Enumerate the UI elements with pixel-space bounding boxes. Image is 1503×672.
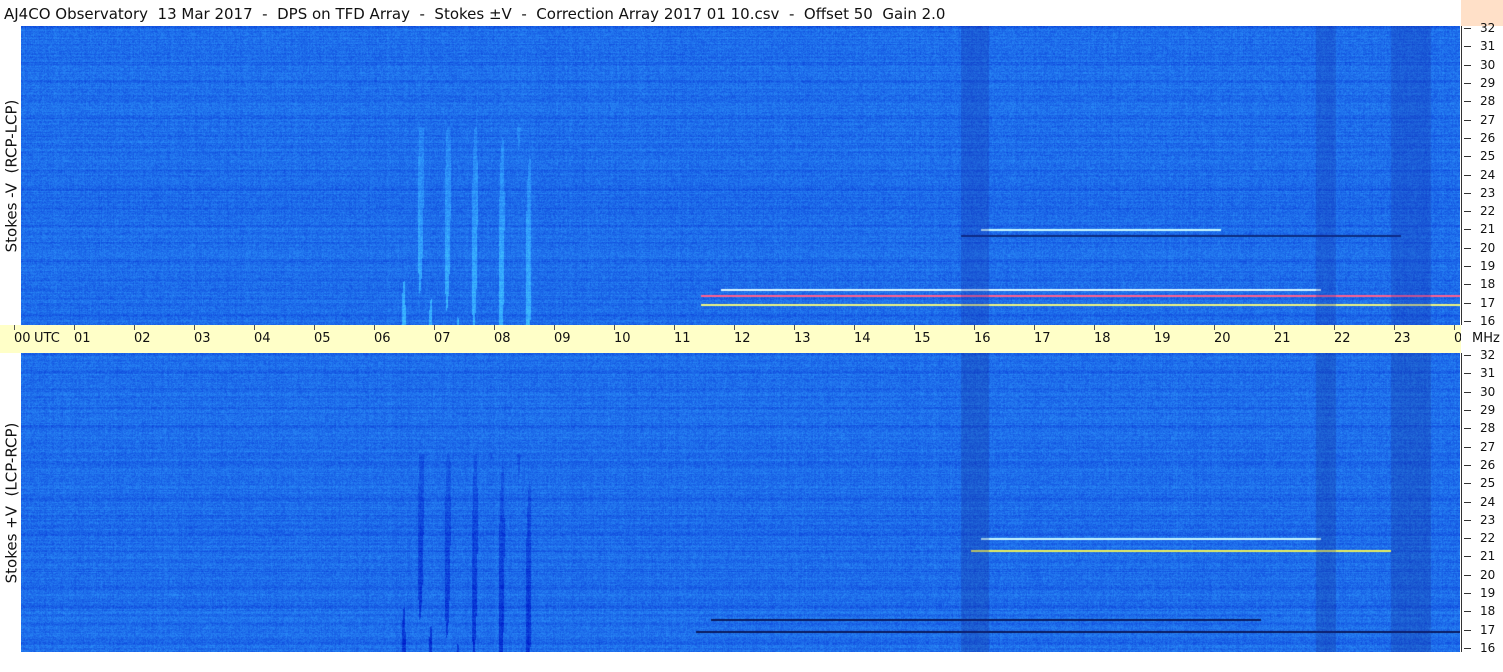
time-tick-label: 17 [1034, 325, 1051, 346]
time-tick-label: 00 [14, 325, 31, 346]
time-tick-label: 05 [314, 325, 331, 346]
chart-title: AJ4CO Observatory 13 Mar 2017 - DPS on T… [4, 5, 946, 23]
time-tick-label: 23 [1394, 325, 1411, 346]
frequency-tick-label: 31 [1463, 39, 1496, 54]
frequency-tick-label: 22 [1463, 204, 1496, 219]
top-panel-label-text: Stokes -V (RCP-LCP) [2, 99, 21, 252]
time-tick-label: 22 [1334, 325, 1351, 346]
frequency-axis-bottom: 32 31 30 29 28 27 26 25 24 23 22 21 20 19 18 17 16 [1461, 349, 1503, 655]
frequency-tick-label: 31 [1463, 366, 1496, 381]
time-tick-label: 01 [74, 325, 91, 346]
frequency-tick-label: 27 [1463, 112, 1496, 127]
bottom-panel-label-text: Stokes +V (LCP-RCP) [2, 422, 20, 583]
frequency-tick-label: 22 [1463, 531, 1496, 546]
utc-label: UTC [34, 331, 60, 346]
time-tick-label: 00 [1454, 325, 1461, 346]
frequency-tick-label: 32 [1463, 21, 1496, 35]
time-tick-label: 21 [1274, 325, 1291, 346]
frequency-tick-label: 26 [1463, 130, 1496, 145]
bottom-panel-label: Stokes +V (LCP-RCP) [0, 353, 23, 652]
frequency-tick-label: 18 [1463, 277, 1496, 292]
frequency-tick-label: 30 [1463, 384, 1496, 399]
time-tick-label: 15 [914, 325, 931, 346]
spectrogram-bottom-canvas [21, 353, 1460, 652]
frequency-tick-label: 21 [1463, 549, 1496, 564]
time-tick-label: 13 [794, 325, 811, 346]
frequency-tick-label: 25 [1463, 476, 1496, 491]
frequency-tick-label: 19 [1463, 586, 1496, 601]
frequency-tick-label: 16 [1463, 641, 1496, 655]
frequency-tick-label: 23 [1463, 512, 1496, 527]
time-tick-label: 06 [374, 325, 391, 346]
time-tick-label: 09 [554, 325, 571, 346]
frequency-tick-label: 29 [1463, 75, 1496, 90]
top-panel-label: Stokes -V (RCP-LCP) [0, 26, 23, 325]
frequency-tick-label: 24 [1463, 167, 1496, 182]
frequency-tick-label: 28 [1463, 421, 1496, 436]
frequency-tick-label: 21 [1463, 222, 1496, 237]
frequency-tick-label: 16 [1463, 314, 1496, 328]
time-tick-label: 03 [194, 325, 211, 346]
spectrogram-stokes-plus-v [21, 353, 1460, 652]
time-tick-label: 12 [734, 325, 751, 346]
frequency-tick-label: 17 [1463, 295, 1496, 310]
spectrogram-top-canvas [21, 26, 1460, 325]
time-tick-label: 19 [1154, 325, 1171, 346]
frequency-tick-label: 30 [1463, 57, 1496, 72]
frequency-tick-label: 24 [1463, 494, 1496, 509]
frequency-tick-label: 20 [1463, 240, 1496, 255]
time-tick-label: 14 [854, 325, 871, 346]
frequency-tick-label: 23 [1463, 185, 1496, 200]
time-tick-label: 11 [674, 325, 691, 346]
frequency-tick-label: 20 [1463, 567, 1496, 582]
frequency-axis-top: 32 31 30 29 28 27 26 25 24 23 22 21 20 19 18 17 16 [1461, 22, 1503, 328]
frequency-tick-label: 19 [1463, 259, 1496, 274]
time-axis: UTC 00 01 02 03 04 05 06 07 08 09 10 11 12 13 14 15 16 17… [0, 325, 1461, 353]
time-tick-label: 07 [434, 325, 451, 346]
time-tick-label: 20 [1214, 325, 1231, 346]
time-tick-label: 04 [254, 325, 271, 346]
time-tick-label: 16 [974, 325, 991, 346]
frequency-tick-label: 28 [1463, 94, 1496, 109]
time-tick-label: 02 [134, 325, 151, 346]
frequency-tick-label: 27 [1463, 439, 1496, 454]
frequency-tick-label: 32 [1463, 348, 1496, 362]
frequency-tick-label: 17 [1463, 622, 1496, 637]
frequency-tick-label: 25 [1463, 149, 1496, 164]
time-tick-label: 18 [1094, 325, 1111, 346]
frequency-tick-label: 29 [1463, 402, 1496, 417]
frequency-tick-label: 18 [1463, 604, 1496, 619]
time-tick-label: 08 [494, 325, 511, 346]
spectrogram-stokes-minus-v [21, 26, 1460, 325]
time-tick-label: 10 [614, 325, 631, 346]
mhz-unit-label: MHz [1472, 331, 1500, 346]
frequency-tick-label: 26 [1463, 457, 1496, 472]
